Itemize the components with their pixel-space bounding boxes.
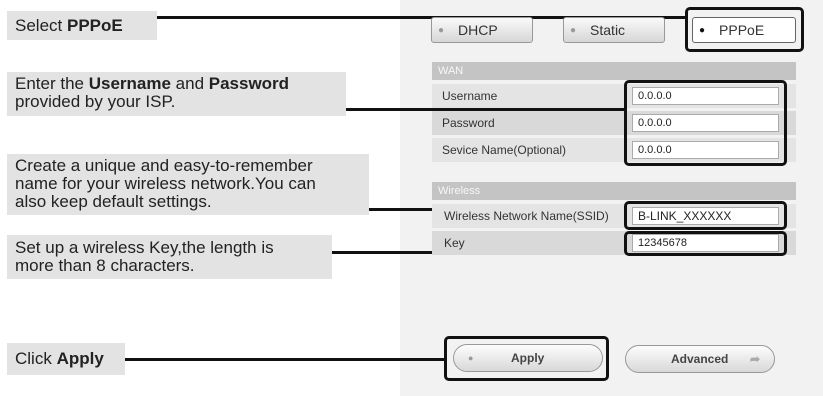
callout-apply: Click Apply [7,343,125,375]
callout-bold-text: Username [88,74,171,93]
ssid-label: Wireless Network Name(SSID) [444,209,609,223]
apply-highlight-box [444,336,609,381]
callout-text: provided by your ISP. [15,92,176,111]
callout-credentials: Enter the Username and Password provided… [7,72,346,116]
callout-text: name for your wireless network.You can [15,174,316,193]
service-name-label: Sevice Name(Optional) [442,143,567,157]
wireless-section-header: Wireless [432,182,796,200]
callout-bold-text: PPPoE [66,16,123,35]
credentials-highlight-box [624,80,787,166]
callout-text: Set up a wireless Key,the length is [15,238,274,257]
ssid-highlight-box [624,201,787,230]
mode-label: DHCP [458,22,498,38]
username-label: Username [442,89,498,103]
callout-ssid: Create a unique and easy-to-remember nam… [7,154,369,215]
callout-text: also keep default settings. [15,192,212,211]
radio-dot-icon: ● [570,24,577,36]
callout-bold-text: Password [208,74,290,93]
callout-select-pppoe: Select PPPoE [7,11,157,40]
callout-text: Enter the [15,74,89,93]
password-label: Password [442,116,495,130]
key-label: Key [444,236,465,250]
callout-key: Set up a wireless Key,the length is more… [7,235,332,279]
callout-text: Click [15,349,57,368]
key-highlight-box [624,231,787,256]
advanced-button[interactable]: Advanced ➦ [625,345,775,373]
callout-text: more than 8 characters. [15,256,195,275]
pppoe-highlight-box [685,7,804,52]
callout-bold-text: Apply [56,349,104,368]
radio-dot-icon: ● [438,24,445,36]
mode-label: Static [590,22,626,38]
static-button[interactable]: ● Static [563,17,665,43]
callout-text: Select [15,16,67,35]
wan-section-header: WAN [432,62,796,80]
callout-text: and [170,74,209,93]
connector-line [125,358,445,361]
callout-text: Create a unique and easy-to-remember [15,156,313,175]
arrow-right-icon: ➦ [749,352,760,366]
dhcp-button[interactable]: ● DHCP [431,17,533,43]
advanced-label: Advanced [671,352,729,366]
